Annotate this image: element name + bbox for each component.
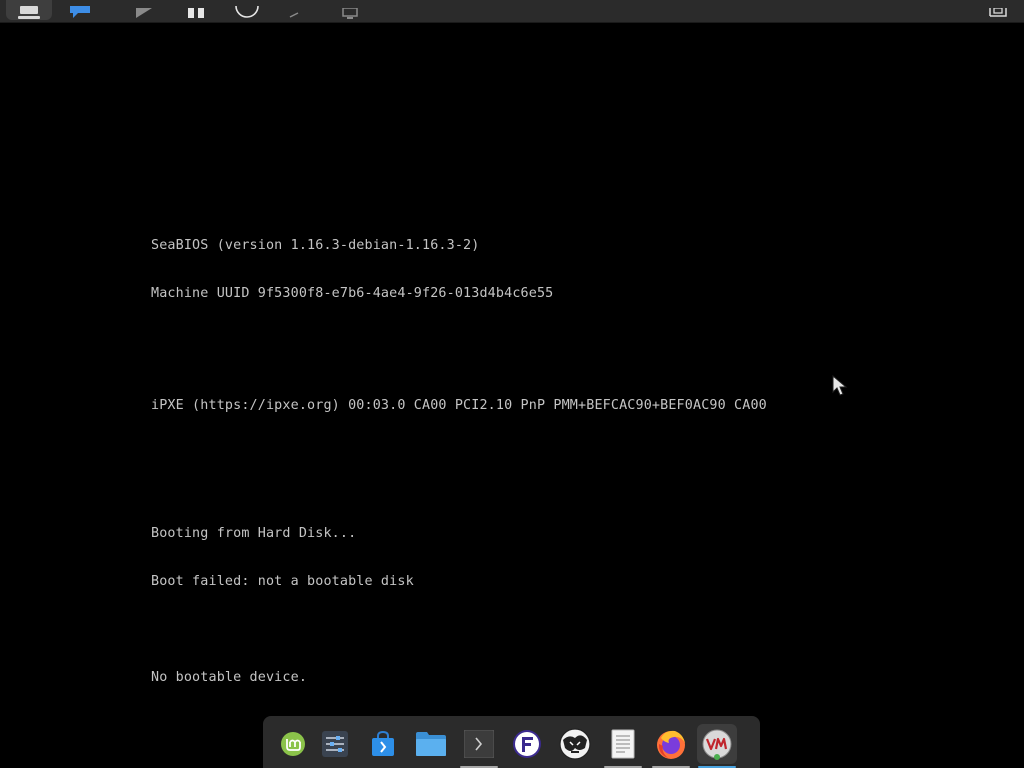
f-app-icon — [513, 730, 541, 758]
send-keys-button[interactable] — [282, 0, 306, 20]
dock — [263, 716, 760, 768]
dock-item-virt-manager[interactable] — [697, 724, 737, 768]
fullscreen-button[interactable] — [984, 0, 1012, 20]
dock-item-firefox[interactable] — [651, 724, 691, 768]
files-icon — [416, 732, 446, 756]
vm-toolbar — [0, 0, 1024, 23]
fullscreen-icon — [989, 8, 1007, 17]
boot-console: SeaBIOS (version 1.16.3-debian-1.16.3-2)… — [151, 206, 911, 702]
console-line: SeaBIOS (version 1.16.3-debian-1.16.3-2) — [151, 238, 480, 253]
dock-item-terminal[interactable] — [459, 724, 499, 768]
virt-manager-icon — [702, 729, 732, 760]
mouse-cursor-icon — [832, 375, 848, 396]
globe-app-icon — [559, 728, 591, 760]
console-line: Booting from Hard Disk... — [151, 526, 357, 541]
pause-icon — [188, 8, 204, 18]
text-editor-icon — [611, 729, 635, 759]
power-button[interactable] — [232, 0, 262, 20]
monitor-icon — [342, 8, 358, 19]
arrow-icon — [289, 12, 299, 18]
dock-item-settings[interactable] — [315, 724, 355, 764]
console-button[interactable] — [336, 0, 364, 20]
dock-item-text-editor[interactable] — [603, 724, 643, 768]
terminal-icon — [464, 730, 494, 758]
software-store-icon — [372, 730, 394, 756]
play-button[interactable] — [130, 0, 158, 20]
settings-icon — [322, 731, 348, 757]
console-line: No bootable device. — [151, 670, 308, 685]
menu-icon — [18, 6, 40, 19]
pause-button[interactable] — [182, 0, 210, 20]
console-line: Machine UUID 9f5300f8-e7b6-4ae4-9f26-013… — [151, 286, 554, 301]
play-icon — [136, 8, 152, 18]
console-line: Boot failed: not a bootable disk — [151, 574, 414, 589]
console-line: iPXE (https://ipxe.org) 00:03.0 CA00 PCI… — [151, 398, 767, 413]
dock-item-files[interactable] — [411, 724, 451, 764]
power-icon — [235, 6, 259, 18]
dock-item-mint-menu[interactable] — [273, 724, 313, 764]
menu-button[interactable] — [6, 0, 52, 20]
chat-button[interactable] — [66, 0, 94, 20]
chat-icon — [70, 6, 90, 18]
firefox-icon — [657, 730, 685, 759]
mint-menu-icon — [281, 732, 305, 756]
dock-item-software-store[interactable] — [363, 724, 403, 764]
dock-item-globe-app[interactable] — [555, 724, 595, 764]
dock-item-f-app[interactable] — [507, 724, 547, 764]
